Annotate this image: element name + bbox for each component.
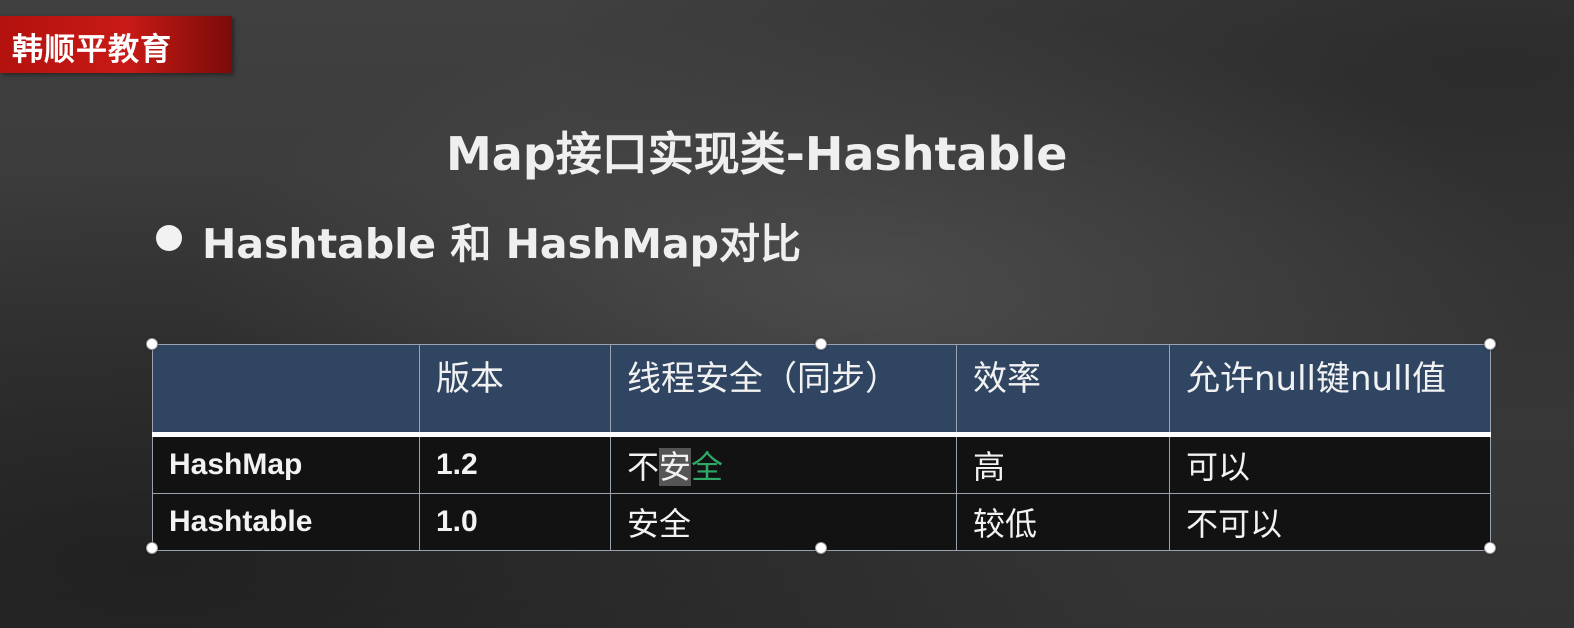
cell-class-name[interactable]: Hashtable (152, 493, 420, 551)
bullet-text: Hashtable 和 HashMap对比 (202, 220, 801, 268)
resize-handle-bottom-middle[interactable] (815, 542, 827, 554)
cell-efficiency[interactable]: 较低 (956, 493, 1170, 551)
cell-allow-null[interactable]: 不可以 (1169, 493, 1491, 551)
table-header-row: 版本 线程安全（同步） 效率 允许null键null值 (152, 344, 1491, 437)
header-cell-empty[interactable] (152, 344, 420, 437)
comparison-table[interactable]: 版本 线程安全（同步） 效率 允许null键null值 HashMap 1.2 … (152, 344, 1491, 551)
cell-thread-safe[interactable]: 安全 (610, 493, 957, 551)
cell-text-part-green: 全 (691, 448, 724, 486)
header-cell-efficiency[interactable]: 效率 (956, 344, 1170, 437)
text-selection-highlight: 安 (659, 448, 692, 486)
cell-text-part: 不 (627, 448, 660, 486)
slide-title: Map接口实现类-Hashtable (446, 127, 1068, 181)
resize-handle-top-middle[interactable] (815, 338, 827, 350)
cell-version[interactable]: 1.0 (419, 493, 611, 551)
bullet-dot-icon (156, 225, 182, 251)
resize-handle-top-left[interactable] (146, 338, 158, 350)
header-cell-thread-safe[interactable]: 线程安全（同步） (610, 344, 957, 437)
table-row: HashMap 1.2 不安全 高 可以 (152, 434, 1491, 494)
brand-logo: 韩顺平教育 (0, 16, 232, 73)
cell-class-name[interactable]: HashMap (152, 434, 420, 494)
cell-version[interactable]: 1.2 (419, 434, 611, 494)
header-cell-allow-null[interactable]: 允许null键null值 (1169, 344, 1491, 437)
cell-allow-null[interactable]: 可以 (1169, 434, 1491, 494)
cell-thread-safe[interactable]: 不安全 (610, 434, 957, 494)
cell-efficiency[interactable]: 高 (956, 434, 1170, 494)
resize-handle-bottom-right[interactable] (1484, 542, 1496, 554)
brand-logo-text: 韩顺平教育 (12, 32, 172, 68)
header-cell-version[interactable]: 版本 (419, 344, 611, 437)
resize-handle-top-right[interactable] (1484, 338, 1496, 350)
resize-handle-bottom-left[interactable] (146, 542, 158, 554)
